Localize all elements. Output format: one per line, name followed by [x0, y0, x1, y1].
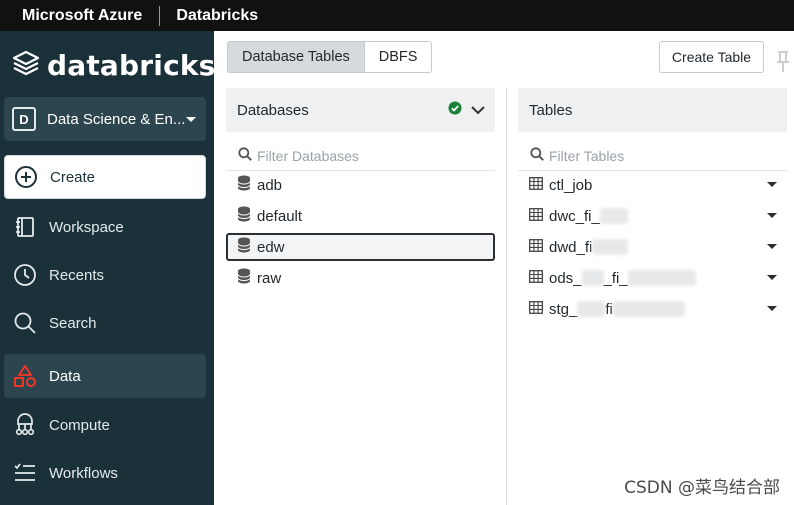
sidebar-item-label: Workflows	[49, 464, 118, 482]
caret-down-icon	[186, 116, 196, 122]
clock-icon	[12, 262, 38, 288]
table-item[interactable]: dwc_fi_	[518, 202, 787, 230]
cluster-icon	[12, 412, 38, 438]
table-name-suffix: fi	[605, 300, 613, 318]
table-icon	[529, 300, 543, 318]
shapes-icon	[12, 363, 38, 389]
microsoft-azure-label: Microsoft Azure	[22, 6, 143, 24]
search-icon	[238, 147, 252, 164]
plus-circle-icon	[13, 164, 39, 190]
tables-header: Tables	[518, 88, 787, 132]
pin-icon[interactable]	[776, 50, 790, 79]
caret-down-icon[interactable]	[767, 182, 777, 187]
sidebar-item-recents[interactable]: Recents	[4, 253, 206, 297]
workflows-icon	[12, 460, 38, 486]
sidebar-item-workspace[interactable]: Workspace	[4, 205, 206, 249]
tab-dbfs[interactable]: DBFS	[364, 42, 432, 72]
database-icon	[237, 237, 251, 257]
database-item-selected[interactable]: edw	[226, 233, 495, 261]
create-table-button[interactable]: Create Table	[659, 41, 764, 73]
logo-text: databricks	[47, 49, 216, 82]
databases-header: Databases	[226, 88, 495, 132]
main-content: Database Tables DBFS Create Table Databa…	[214, 31, 794, 505]
database-icon	[237, 268, 251, 288]
filter-databases-placeholder: Filter Databases	[257, 147, 359, 164]
database-name: edw	[257, 238, 285, 256]
workspace-selector[interactable]: D Data Science & En...	[4, 97, 206, 141]
redacted-text	[592, 239, 629, 255]
databricks-logo[interactable]: databricks	[12, 49, 216, 82]
table-name: stg_	[549, 300, 578, 318]
database-icon	[237, 175, 251, 195]
databricks-logo-icon	[12, 50, 40, 81]
redacted-text	[627, 270, 696, 286]
sidebar-item-label: Workspace	[49, 218, 124, 236]
filter-databases-input[interactable]: Filter Databases	[226, 141, 495, 171]
notebook-icon	[12, 214, 38, 240]
filter-tables-input[interactable]: Filter Tables	[518, 141, 787, 171]
panel-divider	[506, 88, 507, 505]
sidebar-item-search[interactable]: Search	[4, 301, 206, 345]
topbar-separator	[159, 5, 161, 26]
chevron-down-icon[interactable]	[471, 102, 485, 119]
table-name: dwc_fi_	[549, 207, 600, 225]
redacted-text	[581, 270, 604, 286]
tab-database-tables[interactable]: Database Tables	[228, 42, 365, 72]
sidebar-item-create[interactable]: Create	[4, 155, 206, 199]
database-item[interactable]: adb	[226, 171, 495, 199]
database-icon	[237, 206, 251, 226]
redacted-text	[577, 301, 606, 317]
search-icon	[530, 147, 544, 164]
database-name: raw	[257, 269, 282, 287]
sidebar: databricks D Data Science & En... Create…	[0, 31, 216, 505]
table-item[interactable]: ods_ _fi_	[518, 264, 787, 292]
table-icon	[529, 269, 543, 287]
watermark: CSDN @菜鸟结合部	[624, 478, 780, 498]
sidebar-item-label: Recents	[49, 266, 105, 284]
redacted-text	[599, 208, 628, 224]
sidebar-item-label: Data	[49, 367, 81, 385]
tables-title: Tables	[529, 101, 573, 119]
caret-down-icon[interactable]	[767, 244, 777, 249]
caret-down-icon[interactable]	[767, 213, 777, 218]
databricks-label: Databricks	[176, 6, 259, 24]
table-item[interactable]: ctl_job	[518, 171, 787, 199]
table-icon	[529, 207, 543, 225]
top-bar: Microsoft Azure Databricks	[0, 0, 794, 31]
view-tabs: Database Tables DBFS	[227, 41, 433, 73]
workspace-badge: D	[12, 107, 36, 131]
sidebar-item-label: Create	[50, 168, 96, 186]
table-name-suffix: _fi_	[603, 269, 628, 287]
filter-tables-placeholder: Filter Tables	[549, 147, 625, 164]
caret-down-icon[interactable]	[767, 306, 777, 311]
databases-title: Databases	[237, 101, 309, 119]
table-icon	[529, 238, 543, 256]
table-item[interactable]: dwd_fi	[518, 233, 787, 261]
database-item[interactable]: raw	[226, 264, 495, 292]
sidebar-item-label: Compute	[49, 416, 110, 434]
sidebar-item-data[interactable]: Data	[4, 354, 206, 398]
table-item[interactable]: stg_ fi	[518, 295, 787, 323]
database-name: adb	[257, 176, 283, 194]
redacted-text	[612, 301, 685, 317]
check-circle-icon	[448, 101, 462, 119]
table-name: ods_	[549, 269, 582, 287]
sidebar-item-compute[interactable]: Compute	[4, 403, 206, 447]
sidebar-item-workflows[interactable]: Workflows	[4, 451, 206, 495]
sidebar-item-label: Search	[49, 314, 97, 332]
search-icon	[12, 310, 38, 336]
workspace-label: Data Science & En...	[47, 110, 186, 128]
table-icon	[529, 176, 543, 194]
database-name: default	[257, 207, 303, 225]
database-item[interactable]: default	[226, 202, 495, 230]
table-name: ctl_job	[549, 176, 593, 194]
caret-down-icon[interactable]	[767, 275, 777, 280]
table-name: dwd_fi	[549, 238, 593, 256]
